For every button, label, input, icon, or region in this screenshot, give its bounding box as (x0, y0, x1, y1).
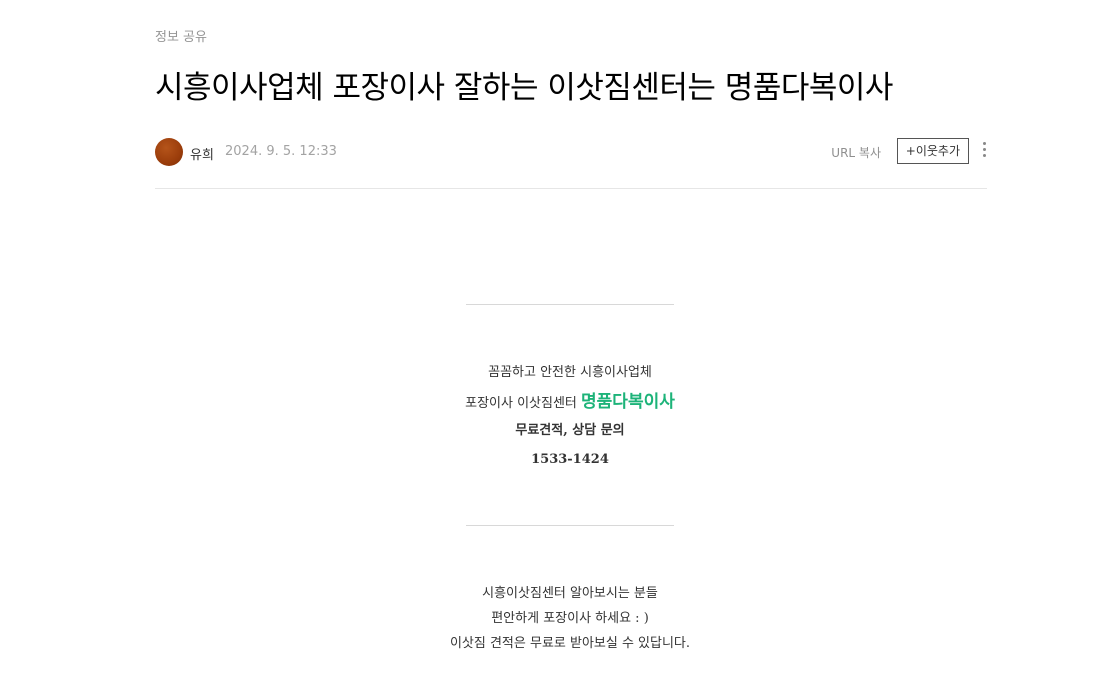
content-line-brand: 포장이사 이삿짐센터 명품다복이사 (300, 390, 840, 419)
content-line: 시흥이삿짐센터 알아보시는 분들 (482, 586, 658, 601)
content-block-info: 시흥이삿짐센터 알아보시는 분들 편안하게 포장이사 하세요 : ) 이삿짐 견… (300, 582, 840, 657)
avatar[interactable] (155, 138, 183, 166)
content-line: 이삿짐 견적은 무료로 받아보실 수 있답니다. (449, 636, 691, 651)
more-vertical-icon[interactable] (981, 142, 987, 162)
post-title: 시흥이사업체 포장이사 잘하는 이삿짐센터는 명품다복이사 (155, 70, 893, 106)
header-divider (155, 188, 987, 189)
content-line: 꼼꼼하고 안전한 시흥이사업체 (488, 365, 652, 380)
brand-highlight: 명품다복이사 (581, 392, 675, 412)
content-divider (466, 525, 674, 526)
content-line-inquiry: 무료견적, 상담 문의 (515, 423, 625, 438)
author-name[interactable]: 유희 (190, 144, 214, 163)
category-link[interactable]: 정보 공유 (155, 26, 207, 45)
add-neighbor-button[interactable]: +이웃추가 (896, 138, 969, 164)
author-row: 유희 2024. 9. 5. 12:33 URL 복사 +이웃추가 (155, 138, 987, 168)
content-block-intro: 꼼꼼하고 안전한 시흥이사업체 포장이사 이삿짐센터 명품다복이사 무료견적, … (300, 361, 840, 477)
content-divider (466, 304, 674, 305)
post-date: 2024. 9. 5. 12:33 (225, 144, 337, 159)
content-line-prefix: 포장이사 이삿짐센터 (465, 396, 582, 411)
phone-number: 1533-1424 (531, 452, 609, 467)
url-copy-button[interactable]: URL 복사 (831, 144, 881, 161)
blog-post: 정보 공유 시흥이사업체 포장이사 잘하는 이삿짐센터는 명품다복이사 유희 2… (0, 0, 1116, 677)
content-line: 편안하게 포장이사 하세요 : ) (491, 611, 649, 626)
